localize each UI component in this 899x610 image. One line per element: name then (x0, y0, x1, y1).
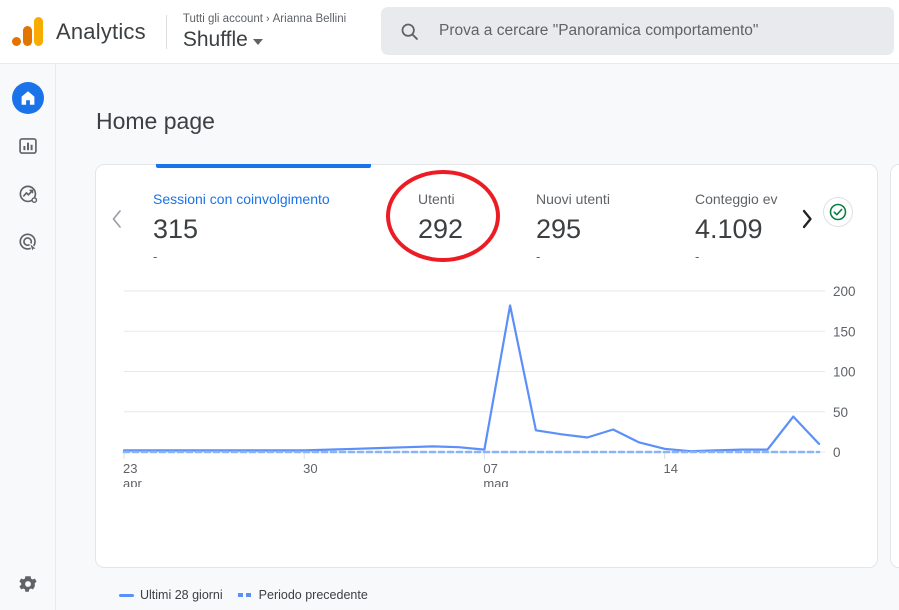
sidebar-item-advertising[interactable] (12, 226, 44, 258)
breadcrumb-separator-icon: › (265, 12, 270, 25)
metric-delta: - (536, 249, 541, 264)
metrics-prev-button[interactable] (106, 208, 128, 230)
app-root: Analytics Tutti gli account › Arianna Bell… (0, 0, 899, 610)
legend-solid-swatch (119, 593, 134, 597)
gear-icon (19, 576, 37, 592)
metric-label: Utenti (418, 191, 455, 207)
sidebar (0, 64, 56, 610)
legend-dashed-swatch (237, 593, 253, 597)
home-icon (21, 91, 35, 105)
target-cursor-icon (18, 232, 37, 253)
overview-card: Sessioni con coinvolgimento 315 - Utenti… (95, 164, 878, 602)
account-selector[interactable]: Tutti gli account › Arianna Bellini Shuffl… (183, 12, 346, 52)
metric-tab-nuovi-utenti[interactable]: Nuovi utenti 295 - (536, 191, 610, 264)
chevron-right-icon (802, 209, 812, 229)
search-icon (401, 23, 418, 40)
explore-trend-icon (19, 185, 37, 203)
main-content: Home page Sessioni con coinvolgimento 31… (56, 64, 899, 610)
metric-label: Nuovi utenti (536, 191, 610, 207)
sidebar-item-explore[interactable] (12, 178, 44, 210)
sidebar-item-home[interactable] (12, 82, 44, 114)
metric-tab-conteggio-eventi[interactable]: Conteggio ev 4.109 - (695, 191, 800, 269)
metric-delta: - (418, 249, 423, 264)
metric-tabs: Sessioni con coinvolgimento 315 - Utenti… (153, 191, 793, 269)
search-placeholder: Prova a cercare "Panoramica comportament… (439, 22, 759, 39)
legend-label: Periodo precedente (258, 588, 368, 602)
chevron-left-icon (112, 210, 121, 228)
metric-tab-utenti[interactable]: Utenti 292 - (418, 191, 463, 264)
metric-tab-sessioni-con-coinvolgimento[interactable]: Sessioni con coinvolgimento 315 - (153, 191, 330, 264)
analytics-logo-icon (11, 16, 45, 47)
analytics-logo[interactable] (0, 16, 56, 47)
status-badge[interactable] (823, 197, 853, 227)
metric-value: 4.109 (695, 214, 763, 244)
legend-item-previous[interactable]: Periodo precedente (237, 588, 368, 602)
metric-delta: - (695, 249, 700, 264)
sidebar-item-reports[interactable] (12, 130, 44, 162)
chevron-down-icon[interactable] (252, 38, 263, 45)
metric-label: Sessioni con coinvolgimento (153, 191, 330, 207)
next-card-peek[interactable] (890, 164, 899, 568)
brand-title: Analytics (56, 18, 146, 44)
breadcrumb: Tutti gli account › Arianna Bellini (183, 12, 346, 27)
property-name: Shuffle (182, 27, 248, 51)
metric-label: Conteggio ev (695, 191, 778, 207)
search-input[interactable]: Prova a cercare "Panoramica comportament… (381, 7, 894, 55)
breadcrumb-account: Arianna Bellini (272, 12, 347, 25)
legend-label: Ultimi 28 giorni (140, 588, 223, 602)
metric-value: 315 (153, 214, 199, 244)
legend-item-current[interactable]: Ultimi 28 giorni (119, 588, 223, 602)
bar-chart-icon (19, 138, 37, 154)
header-divider (165, 14, 167, 49)
top-bar: Analytics Tutti gli account › Arianna Bell… (0, 0, 899, 64)
breadcrumb-root: Tutti gli account (182, 12, 263, 25)
overview-line-chart (122, 290, 825, 459)
chart-legend: Ultimi 28 giorni Periodo precedente (119, 588, 368, 602)
property-selector[interactable]: Shuffle (183, 28, 346, 52)
sidebar-item-admin[interactable] (14, 570, 42, 598)
check-circle-icon (829, 203, 847, 221)
metric-value: 295 (536, 214, 582, 244)
active-metric-indicator (156, 164, 371, 168)
metric-value: 292 (418, 214, 464, 244)
metric-delta: - (153, 249, 158, 264)
page-title: Home page (96, 108, 215, 134)
